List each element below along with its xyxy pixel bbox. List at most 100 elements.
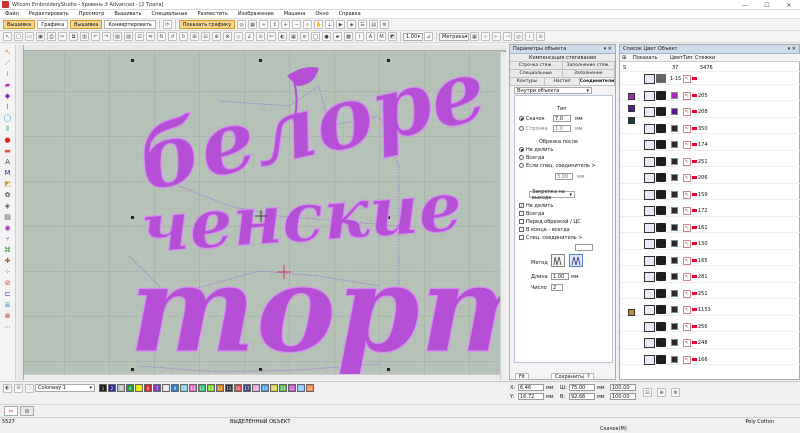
minimize-button[interactable]: — [734,0,756,10]
tab-embroidery[interactable]: Вышивка [3,20,36,29]
thread-color-swatch[interactable] [671,223,678,231]
color-swatch[interactable]: 4 [126,384,134,392]
remove-overlap-icon[interactable]: ⊘ [2,278,13,288]
measure-icon[interactable]: ⟂ [325,20,335,29]
stitch-angle-icon[interactable]: ∠ [245,32,254,41]
thread-color-swatch[interactable] [671,339,678,346]
help-button[interactable]: ? [583,373,594,380]
object-thumbnail[interactable] [644,354,655,365]
redo-icon[interactable]: ↷ [102,32,111,41]
units-select[interactable]: Метрика ▾ [439,32,469,41]
copy-icon[interactable]: ⧉ [69,32,78,41]
list-item[interactable]: ↖ 174 [620,139,800,151]
tab-outlines[interactable]: Контуры [510,78,545,85]
hoop-toggle-icon[interactable]: ◎ [514,32,523,41]
inside-select[interactable]: Внутри объекта ▾ [514,87,592,94]
color-swatch[interactable]: 15 [225,384,233,392]
color-swatch[interactable]: 16 [234,384,242,392]
height-value[interactable]: 92.66 [569,393,595,400]
lettering-icon[interactable]: A [366,32,375,41]
mirror-h-icon[interactable]: ⇋ [146,32,155,41]
list-item[interactable]: 1-15 ↖ [620,73,800,85]
maximize-button[interactable]: ☐ [756,0,778,10]
mirror-v-icon[interactable]: ⇅ [157,32,166,41]
rotate-right-icon[interactable]: ↻ [179,32,188,41]
color-swatch[interactable]: 20 [270,384,278,392]
if-connector-radio[interactable]: Если спец. соединитель > [519,163,596,169]
column-tool-icon[interactable]: ⫴ [2,124,13,134]
list-item[interactable]: ↖ 251 [620,288,800,299]
guides-icon[interactable]: ⊣ [503,32,512,41]
object-thumbnail[interactable] [644,305,655,315]
thread-color-swatch[interactable] [671,256,678,264]
list-item[interactable]: ↖ 159 [620,189,800,200]
rectangle-tool-icon[interactable]: ▬ [2,146,13,156]
no-split-radio[interactable]: Не делить [519,147,553,153]
open-icon[interactable]: ▭ [25,32,34,41]
horizontal-scrollbar[interactable] [24,374,500,380]
auto-fabric-icon[interactable]: ▤ [2,212,13,222]
settings-gear-icon[interactable]: ⚙ [671,388,680,397]
color-swatch[interactable]: 10 [180,384,188,392]
object-thumbnail[interactable] [644,338,655,348]
applique-icon[interactable]: ◩ [388,32,397,41]
menu-arrange[interactable]: Разместить [197,11,227,17]
color-swatch[interactable]: 14 [216,384,224,392]
center-icon[interactable]: ⊕ [657,388,666,397]
y-value[interactable]: 16.72 [518,393,544,400]
grid-toggle-icon[interactable]: ▦ [470,32,479,41]
zoom-out-icon[interactable]: − [292,20,302,29]
menu-edit[interactable]: Редактировать [29,11,69,17]
thread-color-swatch[interactable] [671,124,678,132]
sequence-tool-icon[interactable]: ≣ [2,300,13,310]
satin-tool-icon[interactable]: ▰ [2,80,13,90]
show-graphics-button[interactable]: Показать графику [178,20,236,29]
color-icon[interactable]: ◐ [278,32,287,41]
menu-embroider[interactable]: Вышивать [114,11,141,17]
motif-tool-icon[interactable]: ✿ [2,190,13,200]
break-icon[interactable]: ⊗ [223,32,232,41]
tab-convert[interactable]: Конвертировать [104,20,156,29]
tab-fill[interactable]: Заполнение [562,70,615,77]
thread-color-swatch[interactable] [671,240,678,247]
envelope-icon[interactable]: ⊏ [2,289,13,299]
color-swatch[interactable]: 23 [297,384,305,392]
color-swatch[interactable]: 3 [117,384,125,392]
trapunto-tool-icon[interactable]: ◈ [2,201,13,211]
color-swatch[interactable]: 17 [243,384,251,392]
distribute-icon[interactable]: ⊟ [201,32,210,41]
pointer-tool-icon[interactable]: ↖ [2,47,13,57]
fit-button[interactable]: Fit [515,373,529,380]
zoom-field[interactable]: 1.00 ▾ [403,32,423,41]
menu-special[interactable]: Специальные [151,11,187,17]
menu-image[interactable]: Изображение [238,11,274,17]
thread-color-swatch[interactable] [671,91,678,99]
group-icon[interactable]: ▧ [113,32,122,41]
auto-start-icon[interactable]: ⊙ [256,32,265,41]
more-tools-icon[interactable]: ⋯ [2,322,13,332]
menu-view[interactable]: Просмотр [79,11,105,17]
stitch-icon[interactable]: ≈ [259,20,269,29]
paste-icon[interactable]: ▥ [80,32,89,41]
tab-graphics[interactable]: Графика [37,20,69,29]
list-item[interactable]: ↖ 205 [620,90,800,101]
color-swatch[interactable]: 12 [198,384,206,392]
thread-color-swatch[interactable] [671,306,678,313]
color-swatch[interactable]: 24 [306,384,314,392]
monogram-icon[interactable]: M [377,32,386,41]
tab-underlay[interactable]: Настил [545,78,580,85]
new-icon[interactable]: □ [14,32,23,41]
list-item[interactable]: ↖ 172 [620,205,800,217]
list-item[interactable]: ↖ 256 [620,321,800,332]
fill-icon[interactable]: ● [322,32,331,41]
length-value[interactable]: 1.00 [551,273,569,280]
list-item[interactable]: ↖ 208 [620,106,800,118]
table-icon[interactable]: ▦ [289,32,298,41]
run-tool-icon[interactable]: ⌇ [2,102,13,112]
object-thumbnail[interactable] [644,206,655,216]
method-tie2-icon[interactable] [569,254,583,267]
lock-ratio-icon[interactable]: ⊡ [643,388,652,397]
jump-value[interactable]: 7.0 [553,115,571,122]
layer-swatch-2[interactable] [628,105,635,112]
realistic-icon[interactable]: ◈ [347,20,357,29]
